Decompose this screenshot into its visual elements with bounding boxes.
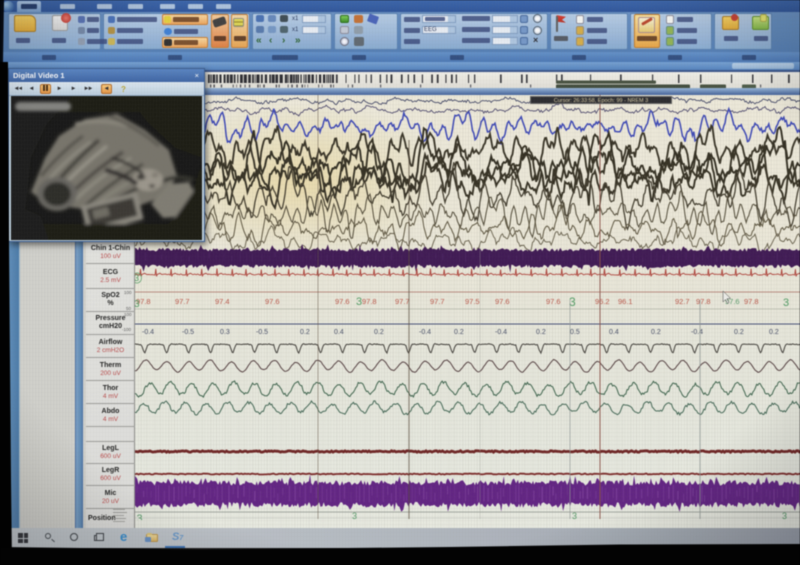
svg-text:0.4: 0.4 bbox=[609, 329, 619, 336]
svg-text:3: 3 bbox=[356, 296, 362, 308]
svg-text:92.7: 92.7 bbox=[675, 297, 690, 306]
svg-text:-0.5: -0.5 bbox=[256, 329, 268, 336]
svg-text:3: 3 bbox=[572, 511, 577, 520]
svg-text:97.6: 97.6 bbox=[495, 297, 510, 306]
svg-text:97.4: 97.4 bbox=[215, 297, 230, 306]
svg-text:0.2: 0.2 bbox=[769, 329, 779, 336]
svg-text:97.5: 97.5 bbox=[465, 297, 480, 306]
svg-text:3: 3 bbox=[135, 273, 139, 283]
svg-text:0.2: 0.2 bbox=[734, 329, 744, 336]
svg-text:3: 3 bbox=[783, 297, 789, 309]
svg-text:0.2: 0.2 bbox=[651, 329, 661, 336]
svg-text:97.7: 97.7 bbox=[395, 297, 410, 306]
svg-text:97.8: 97.8 bbox=[696, 297, 711, 306]
svg-text:0.4: 0.4 bbox=[334, 329, 344, 336]
svg-text:97.6: 97.6 bbox=[546, 297, 561, 306]
svg-text:-0.4: -0.4 bbox=[419, 329, 431, 336]
svg-text:-0.4: -0.4 bbox=[495, 329, 507, 336]
svg-text:0.2: 0.2 bbox=[536, 329, 546, 336]
svg-text:-0.4: -0.4 bbox=[142, 329, 154, 336]
svg-text:3: 3 bbox=[782, 511, 787, 520]
svg-text:3: 3 bbox=[135, 299, 140, 310]
svg-text:96.1: 96.1 bbox=[618, 297, 633, 306]
svg-text:-0.4: -0.4 bbox=[691, 329, 703, 336]
svg-text:0.2: 0.2 bbox=[374, 329, 384, 336]
svg-text:97.7: 97.7 bbox=[430, 297, 445, 306]
svg-text:0.2: 0.2 bbox=[454, 329, 464, 336]
svg-text:3: 3 bbox=[137, 513, 143, 520]
svg-text:-0.5: -0.5 bbox=[182, 329, 194, 336]
svg-text:97.7: 97.7 bbox=[175, 297, 190, 306]
svg-text:97.8: 97.8 bbox=[362, 297, 377, 306]
svg-text:3: 3 bbox=[352, 511, 357, 520]
svg-text:0.2: 0.2 bbox=[300, 329, 310, 336]
svg-text:0.3: 0.3 bbox=[220, 329, 230, 336]
svg-text:97.6: 97.6 bbox=[335, 297, 350, 306]
svg-text:96.2: 96.2 bbox=[595, 297, 610, 306]
svg-text:0.5: 0.5 bbox=[570, 329, 580, 336]
svg-text:97.8: 97.8 bbox=[744, 297, 759, 306]
svg-text:97.6: 97.6 bbox=[265, 297, 280, 306]
